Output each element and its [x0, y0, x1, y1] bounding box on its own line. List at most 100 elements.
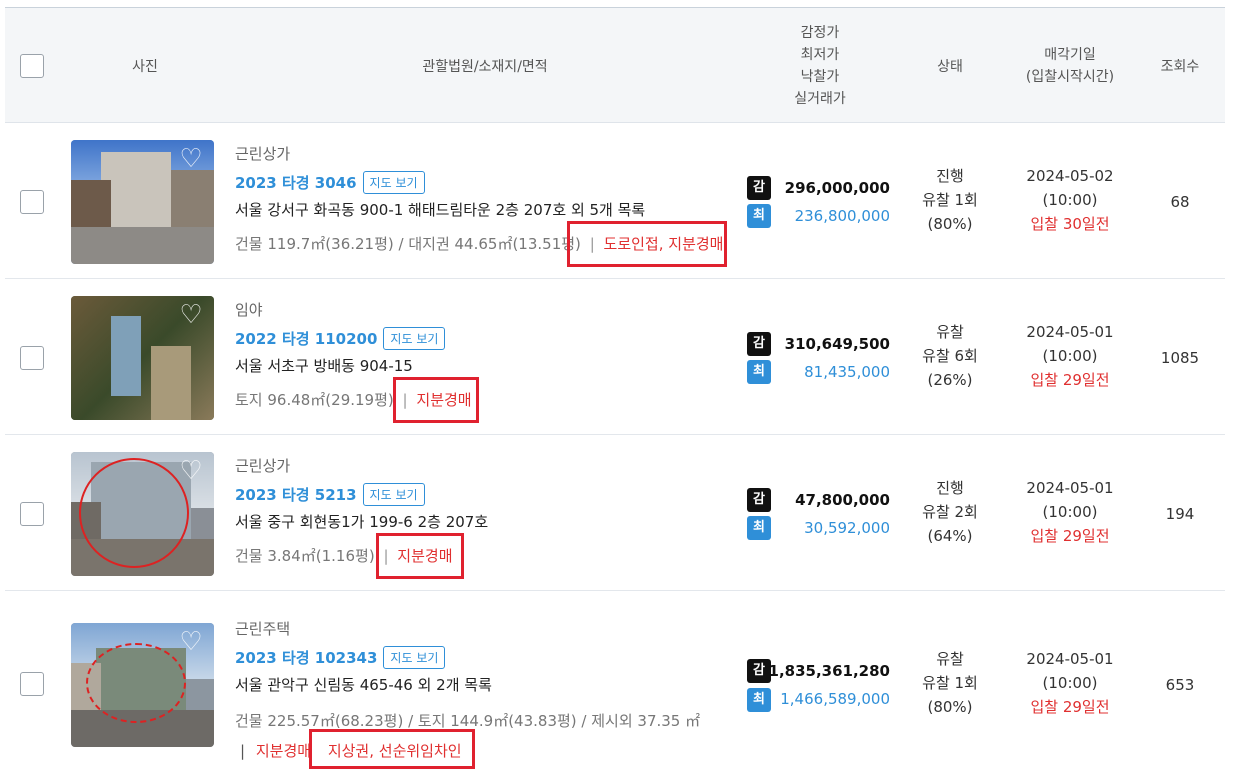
minimum-price: 81,435,000	[804, 363, 890, 381]
minimum-price: 1,466,589,000	[780, 690, 890, 708]
appraisal-price: 1,835,361,280	[768, 662, 890, 680]
property-type: 근린상가	[235, 145, 291, 163]
appraisal-price: 296,000,000	[784, 179, 890, 197]
sale-date-value: 2024-05-01	[1026, 323, 1114, 341]
status-percent: (80%)	[927, 215, 973, 233]
appraisal-price: 310,649,500	[784, 335, 890, 353]
minimum-price: 30,592,000	[804, 519, 890, 537]
view-count: 1085	[1160, 349, 1200, 367]
dday-label: 입찰 29일전	[1030, 527, 1110, 545]
heart-icon[interactable]: ♡	[176, 302, 206, 328]
status-fail-count: 유찰 2회	[922, 503, 978, 521]
sale-time: (10:00)	[1042, 191, 1098, 209]
appraisal-badge: 감	[747, 659, 771, 683]
header-date-time: (입찰시작시간)	[1025, 69, 1115, 85]
property-photo[interactable]: ♡	[71, 452, 214, 576]
case-number-link[interactable]: 2023 타경 102343	[235, 647, 377, 668]
sale-time: (10:00)	[1042, 503, 1098, 521]
area-text: 건물 119.7㎡(36.21평) / 대지권 44.65㎡(13.51평)	[235, 235, 581, 253]
heart-icon[interactable]: ♡	[176, 458, 206, 484]
property-address: 서울 중구 회현동1가 199-6 2층 207호	[235, 513, 489, 531]
separator: |	[240, 742, 246, 760]
case-line: 2022 타경 110200 지도 보기	[235, 327, 446, 350]
property-photo[interactable]: ♡	[71, 623, 214, 747]
heart-icon[interactable]: ♡	[176, 629, 206, 655]
area-text: 토지 96.48㎡(29.19평)	[235, 391, 394, 409]
row-checkbox[interactable]	[20, 346, 44, 370]
property-address: 서울 관악구 신림동 465-46 외 2개 목록	[235, 676, 492, 694]
table-row[interactable]: ♡ 임야 2022 타경 110200 지도 보기 서울 서초구 방배동 904…	[5, 279, 1225, 435]
status-main: 진행	[936, 479, 964, 497]
dday-label: 입찰 29일전	[1030, 698, 1110, 716]
header-photo: 사진	[132, 59, 158, 75]
status-main: 유찰	[936, 323, 964, 341]
case-number-link[interactable]: 2023 타경 5213	[235, 484, 357, 505]
highlight-box	[376, 533, 464, 579]
table-row[interactable]: ♡ 근린상가 2023 타경 3046 지도 보기 서울 강서구 화곡동 900…	[5, 123, 1225, 279]
minimum-badge: 최	[747, 516, 771, 540]
minimum-badge: 최	[747, 688, 771, 712]
auction-status: 진행 유찰 2회 (64%)	[895, 476, 1005, 548]
case-line: 2023 타경 5213 지도 보기	[235, 483, 425, 506]
sale-date-value: 2024-05-01	[1026, 479, 1114, 497]
case-line: 2023 타경 102343 지도 보기	[235, 646, 446, 669]
status-fail-count: 유찰 6회	[922, 347, 978, 365]
map-view-button[interactable]: 지도 보기	[383, 646, 446, 669]
select-all-checkbox[interactable]	[20, 54, 44, 78]
sale-date: 2024-05-01 (10:00) 입찰 29일전	[1005, 320, 1135, 392]
auction-status: 유찰 유찰 6회 (26%)	[895, 320, 1005, 392]
row-checkbox[interactable]	[20, 672, 44, 696]
property-photo[interactable]: ♡	[71, 140, 214, 264]
dday-label: 입찰 30일전	[1030, 215, 1110, 233]
highlight-box	[567, 221, 727, 267]
case-line: 2023 타경 3046 지도 보기	[235, 171, 425, 194]
minimum-badge: 최	[747, 204, 771, 228]
map-view-button[interactable]: 지도 보기	[362, 171, 425, 194]
table-row[interactable]: ♡ 근린상가 2023 타경 5213 지도 보기 서울 중구 회현동1가 19…	[5, 435, 1225, 591]
property-address: 서울 서초구 방배동 904-15	[235, 357, 413, 375]
sale-time: (10:00)	[1042, 674, 1098, 692]
sale-date: 2024-05-01 (10:00) 입찰 29일전	[1005, 647, 1135, 719]
case-number-link[interactable]: 2022 타경 110200	[235, 328, 377, 349]
sale-date: 2024-05-02 (10:00) 입찰 30일전	[1005, 164, 1135, 236]
sale-date-value: 2024-05-02	[1026, 167, 1114, 185]
status-fail-count: 유찰 1회	[922, 674, 978, 692]
property-type: 근린상가	[235, 457, 291, 475]
header-status: 상태	[937, 59, 963, 75]
table-header: 사진 관할법원/소재지/면적 감정가 최저가 낙찰가 실거래가 상태 매각기일 …	[5, 7, 1225, 123]
property-type: 임야	[235, 301, 263, 319]
status-main: 진행	[936, 167, 964, 185]
minimum-badge: 최	[747, 360, 771, 384]
header-price-appraisal: 감정가	[800, 25, 840, 41]
case-number-link[interactable]: 2023 타경 3046	[235, 172, 357, 193]
status-percent: (26%)	[927, 371, 973, 389]
header-date: 매각기일 (입찰시작시간)	[1005, 44, 1135, 88]
row-checkbox[interactable]	[20, 502, 44, 526]
header-price-winning: 낙찰가	[800, 69, 840, 85]
property-photo[interactable]: ♡	[71, 296, 214, 420]
appraisal-badge: 감	[747, 332, 771, 356]
header-views: 조회수	[1160, 59, 1200, 75]
status-fail-count: 유찰 1회	[922, 191, 978, 209]
status-percent: (64%)	[927, 527, 973, 545]
map-view-button[interactable]: 지도 보기	[383, 327, 446, 350]
view-count: 68	[1170, 193, 1190, 211]
row-checkbox[interactable]	[20, 190, 44, 214]
sale-date-value: 2024-05-01	[1026, 650, 1114, 668]
area-text: 건물 3.84㎡(1.16평)	[235, 547, 375, 565]
header-price-actual: 실거래가	[794, 91, 846, 107]
auction-status: 진행 유찰 1회 (80%)	[895, 164, 1005, 236]
map-view-button[interactable]: 지도 보기	[362, 483, 425, 506]
header-date-label: 매각기일	[1044, 47, 1096, 63]
status-main: 유찰	[936, 650, 964, 668]
property-tag-share: 지분경매	[255, 742, 312, 760]
appraisal-badge: 감	[747, 488, 771, 512]
table-row[interactable]: ♡ 근린주택 2023 타경 102343 지도 보기 서울 관악구 신림동 4…	[5, 591, 1225, 769]
heart-icon[interactable]: ♡	[176, 146, 206, 172]
property-address: 서울 강서구 화곡동 900-1 해태드림타운 2층 207호 외 5개 목록	[235, 201, 646, 219]
header-price: 감정가 최저가 낙찰가 실거래가	[775, 22, 865, 110]
appraisal-price: 47,800,000	[795, 491, 890, 509]
status-percent: (80%)	[927, 698, 973, 716]
minimum-price: 236,800,000	[794, 207, 890, 225]
highlight-box	[393, 377, 479, 423]
